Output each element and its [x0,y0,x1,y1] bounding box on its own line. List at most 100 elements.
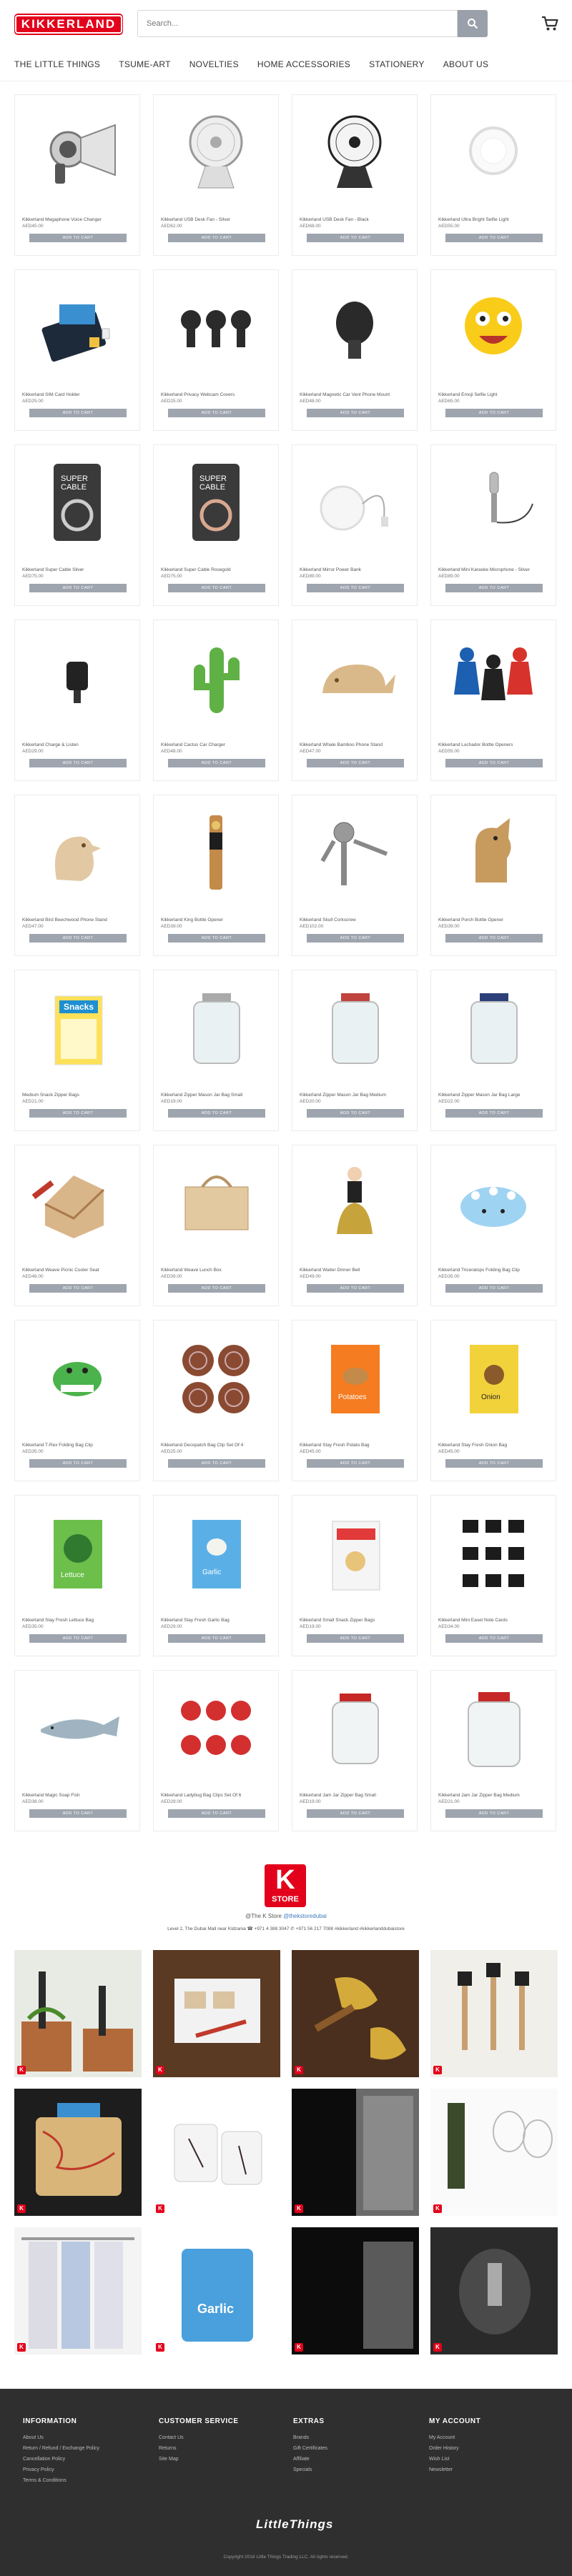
add-to-cart-button[interactable]: ADD TO CART [29,584,127,592]
instagram-post[interactable]: K [292,2089,419,2216]
emoji-light-product-image[interactable] [440,279,547,373]
product-name[interactable]: Kikkerland T-Rex Folding Bag Clip [22,1443,135,1448]
nav-item-tsume-art[interactable]: TSUME-ART [119,59,170,69]
add-to-cart-button[interactable]: ADD TO CART [29,1459,127,1468]
product-name[interactable]: Kikkerland Stay Fresh Lettuce Bag [22,1618,135,1623]
product-name[interactable]: Kikkerland King Bottle Opener [161,917,274,923]
add-to-cart-button[interactable]: ADD TO CART [168,1634,265,1643]
sim-holder-product-image[interactable] [24,279,131,373]
product-name[interactable]: Kikkerland USB Desk Fan - Silver [161,217,274,222]
footer-link[interactable]: Return / Refund / Exchange Policy [23,2446,99,2451]
add-to-cart-button[interactable]: ADD TO CART [168,584,265,592]
nav-item-novelties[interactable]: NOVELTIES [189,59,239,69]
product-name[interactable]: Kikkerland Magic Soap Fish [22,1793,135,1798]
add-to-cart-button[interactable]: ADD TO CART [168,1809,265,1818]
product-card[interactable]: Kikkerland Ladybug Bag Clips Set Of 6 AED… [153,1670,279,1831]
product-name[interactable]: Kikkerland Charge & Listen [22,742,135,747]
product-name[interactable]: Kikkerland Magnetic Car Vent Phone Mount [300,392,413,397]
onion-bag-product-image[interactable]: Onion [440,1329,547,1423]
instagram-post[interactable]: Garlic K [153,2227,280,2354]
nav-item-home-accessories[interactable]: HOME ACCESSORIES [257,59,350,69]
product-name[interactable]: Kikkerland Mini Easel Note Cards [438,1618,551,1623]
car-mount-product-image[interactable] [301,279,408,373]
add-to-cart-button[interactable]: ADD TO CART [307,759,404,767]
picnic-seat-product-image[interactable] [24,1154,131,1248]
footer-link[interactable]: Returns [159,2446,239,2451]
instagram-post[interactable]: K [292,1950,419,2077]
jam-small-product-image[interactable] [301,1679,408,1774]
dinner-bell-product-image[interactable] [301,1154,408,1248]
product-card[interactable]: Kikkerland Charge & Listen AED29.00 ADD TO… [14,620,140,781]
fan-black-product-image[interactable] [301,104,408,198]
product-card[interactable]: Kikkerland Weave Lunch Box AED39.00 ADD TO… [153,1145,279,1306]
add-to-cart-button[interactable]: ADD TO CART [445,1109,543,1118]
webcam-covers-product-image[interactable] [162,279,270,373]
product-name[interactable]: Kikkerland Triceratops Folding Bag Clip [438,1268,551,1273]
product-name[interactable]: Kikkerland Small Snack Zipper Bags [300,1618,413,1623]
cable-silver-product-image[interactable]: SUPERCABLE [24,454,131,548]
product-name[interactable]: Kikkerland Megaphone Voice Changer [22,217,135,222]
porch-opener-product-image[interactable] [440,804,547,898]
product-name[interactable]: Kikkerland Mirror Power Bank [300,567,413,572]
product-name[interactable]: Kikkerland Super Cable Silver [22,567,135,572]
product-card[interactable]: Kikkerland Skull Corkscrew AED102.00 ADD T… [292,795,418,956]
product-name[interactable]: Kikkerland Privacy Webcam Covers [161,392,274,397]
add-to-cart-button[interactable]: ADD TO CART [29,1109,127,1118]
product-card[interactable]: Kikkerland Jam Jar Zipper Bag Medium AED2… [430,1670,556,1831]
add-to-cart-button[interactable]: ADD TO CART [307,234,404,242]
add-to-cart-button[interactable]: ADD TO CART [307,1809,404,1818]
product-card[interactable]: Kikkerland King Bottle Opener AED39.00 ADD… [153,795,279,956]
add-to-cart-button[interactable]: ADD TO CART [29,234,127,242]
add-to-cart-button[interactable]: ADD TO CART [445,759,543,767]
microphone-product-image[interactable] [440,454,547,548]
product-name[interactable]: Kikkerland Decopatch Bag Clip Set Of 4 [161,1443,274,1448]
product-card[interactable]: Kikkerland Megaphone Voice Changer AED45.… [14,94,140,256]
nav-item-stationery[interactable]: STATIONERY [369,59,425,69]
nav-item-about-us[interactable]: ABOUT US [443,59,489,69]
product-card[interactable]: SUPER CABLE Kikkerland Super Cable Silver A… [14,444,140,606]
footer-link[interactable]: Affiliate [293,2457,327,2462]
whale-product-image[interactable] [301,629,408,723]
add-to-cart-button[interactable]: ADD TO CART [445,234,543,242]
product-name[interactable]: Medium Snack Zipper Bags [22,1093,135,1098]
product-name[interactable]: Kikkerland Super Cable Rosegold [161,567,274,572]
product-card[interactable]: Kikkerland Decopatch Bag Clip Set Of 4 AE… [153,1320,279,1481]
king-opener-product-image[interactable] [162,804,270,898]
product-card[interactable]: Kikkerland Mini Easel Note Cards AED34.00… [430,1495,556,1656]
footer-link[interactable]: Brands [293,2435,327,2440]
product-name[interactable]: Kikkerland Stay Fresh Potato Bag [300,1443,413,1448]
instagram-post[interactable]: K [153,2089,280,2216]
corkscrew-product-image[interactable] [301,804,408,898]
add-to-cart-button[interactable]: ADD TO CART [307,409,404,417]
product-name[interactable]: Kikkerland Ultra Bright Selfie Light [438,217,551,222]
charge-listen-product-image[interactable] [24,629,131,723]
search-button[interactable] [458,10,488,37]
add-to-cart-button[interactable]: ADD TO CART [445,1284,543,1293]
search-input[interactable] [137,10,458,37]
product-card[interactable]: Kikkerland Zipper Mason Jar Bag Small AED… [153,970,279,1131]
add-to-cart-button[interactable]: ADD TO CART [29,1634,127,1643]
product-card[interactable]: Kikkerland Zipper Mason Jar Bag Medium AE… [292,970,418,1131]
product-card[interactable]: Kikkerland Weave Picnic Cooler Seat AED48… [14,1145,140,1306]
product-card[interactable]: Lettuce Kikkerland Stay Fresh Lettuce Bag… [14,1495,140,1656]
instagram-post[interactable]: K [14,2227,142,2354]
product-card[interactable]: Kikkerland USB Desk Fan - Black AED68.00 A… [292,94,418,256]
product-name[interactable]: Kikkerland Ladybug Bag Clips Set Of 6 [161,1793,274,1798]
footer-link[interactable]: Newsletter [429,2467,480,2472]
product-card[interactable]: Kikkerland T-Rex Folding Bag Clip AED35.0… [14,1320,140,1481]
product-name[interactable]: Kikkerland Zipper Mason Jar Bag Medium [300,1093,413,1098]
add-to-cart-button[interactable]: ADD TO CART [168,1459,265,1468]
product-name[interactable]: Kikkerland Weave Lunch Box [161,1268,274,1273]
product-card[interactable]: Kikkerland SIM Card Holder AED25.00 ADD TO… [14,269,140,431]
add-to-cart-button[interactable]: ADD TO CART [29,934,127,943]
footer-link[interactable]: About Us [23,2435,99,2440]
footer-link[interactable]: Specials [293,2467,327,2472]
footer-link[interactable]: Wish List [429,2457,480,2462]
instagram-post[interactable]: K [14,2089,142,2216]
add-to-cart-button[interactable]: ADD TO CART [29,1284,127,1293]
trex-product-image[interactable] [24,1329,131,1423]
instagram-post[interactable]: K [430,2089,558,2216]
add-to-cart-button[interactable]: ADD TO CART [445,1634,543,1643]
product-card[interactable]: Kikkerland Whale Bamboo Phone Stand AED47… [292,620,418,781]
product-card[interactable]: Kikkerland Small Snack Zipper Bags AED19.… [292,1495,418,1656]
